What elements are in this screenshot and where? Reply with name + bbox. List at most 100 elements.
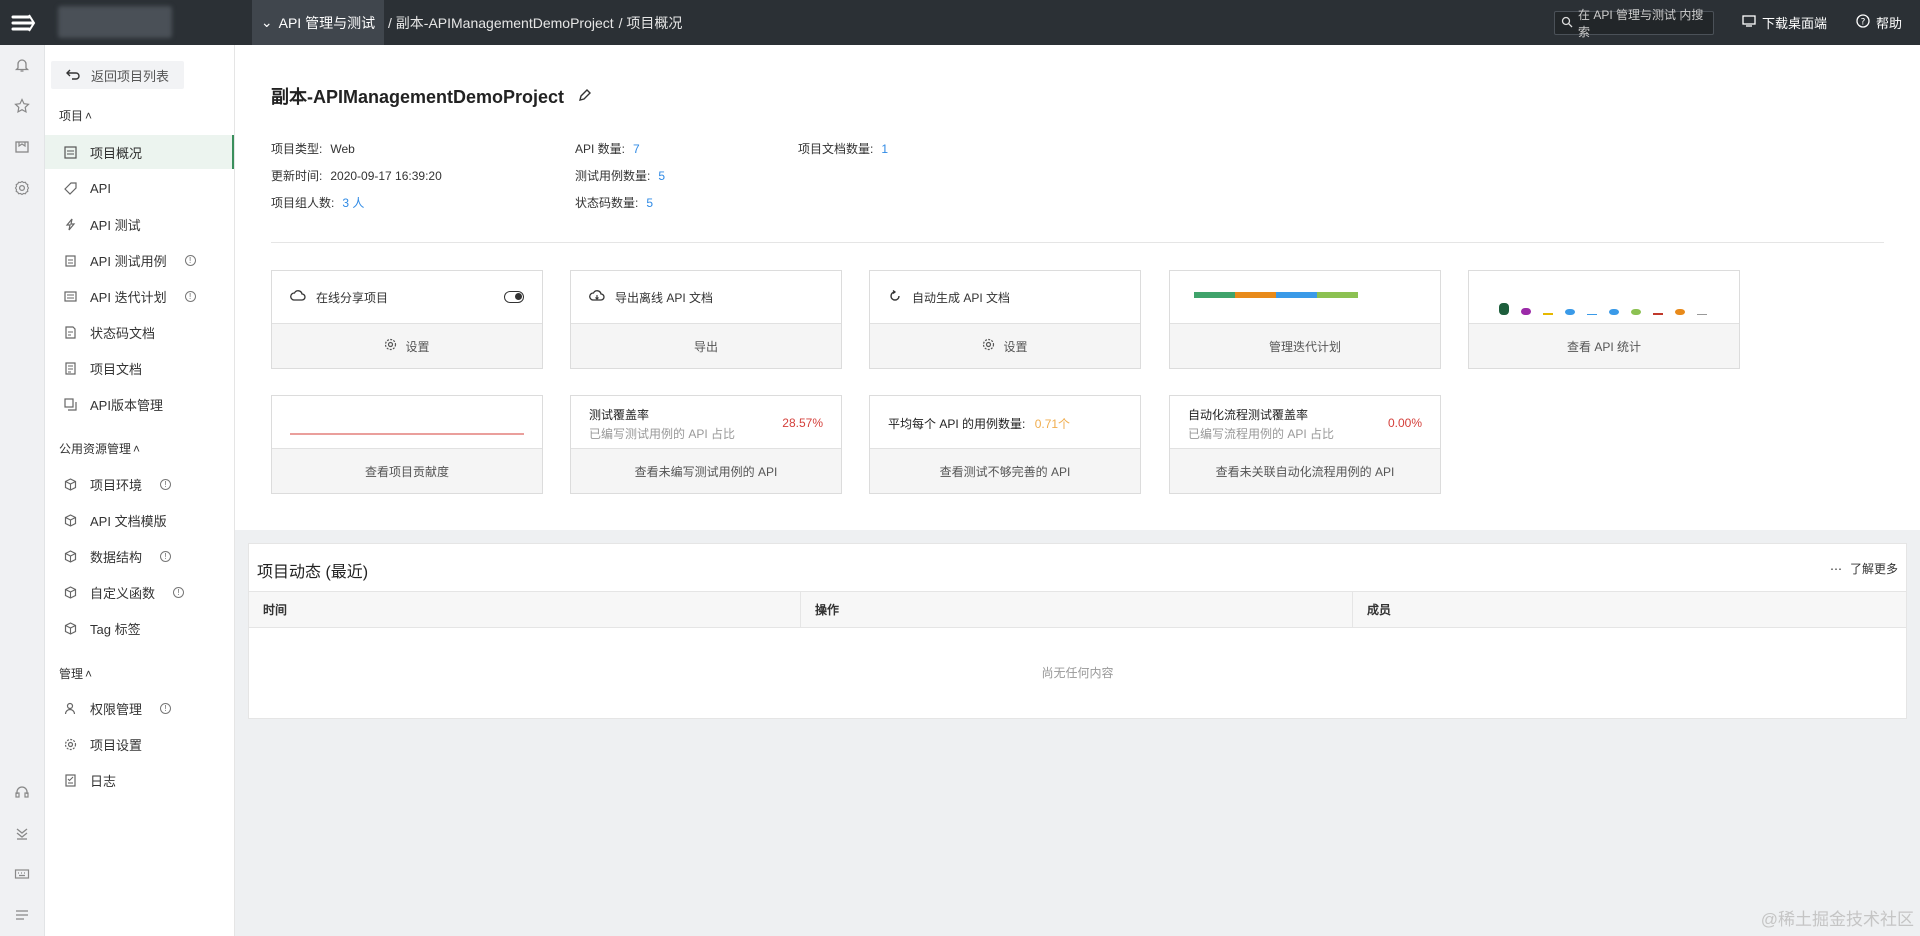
card-action-label: 查看项目贡献度	[364, 464, 449, 479]
group-project-toggle[interactable]: 项目 ˄	[59, 107, 92, 124]
sidebar-item-label: 自定义函数	[90, 585, 156, 601]
testcase-count-link[interactable]: 5	[658, 169, 665, 183]
group-manage-toggle[interactable]: 管理 ˄	[59, 665, 92, 682]
sidebar-item-environment[interactable]: 项目环境!	[45, 467, 234, 501]
share-settings-button[interactable]: 设置	[272, 323, 542, 368]
sidebar-item-api-testcase[interactable]: API 测试用例!	[45, 243, 234, 277]
sidebar-item-label: API	[90, 180, 111, 196]
breadcrumb-project[interactable]: / 副本-APIManagementDemoProject	[388, 13, 614, 33]
view-unlinked-api-button[interactable]: 查看未关联自动化流程用例的 API	[1170, 448, 1440, 493]
status-code-count-link[interactable]: 5	[646, 196, 653, 210]
search-input[interactable]: 在 API 管理与测试 内搜索	[1554, 8, 1714, 39]
keyboard-icon[interactable]	[12, 864, 32, 884]
view-incomplete-api-button[interactable]: 查看测试不够完善的 API	[870, 448, 1140, 493]
group-public-toggle[interactable]: 公用资源管理 ˄	[59, 440, 140, 457]
view-untested-api-button[interactable]: 查看未编写测试用例的 API	[571, 448, 841, 493]
bell-icon[interactable]	[12, 55, 32, 75]
info-icon[interactable]: !	[173, 586, 185, 598]
info-icon[interactable]: !	[160, 550, 172, 562]
card-auto-generate-doc: 自动生成 API 文档 设置	[869, 270, 1141, 369]
share-toggle[interactable]	[504, 291, 524, 303]
chevron-up-icon: ˄	[85, 108, 93, 123]
api-stat-marker	[1499, 303, 1509, 315]
headset-icon[interactable]	[12, 782, 32, 802]
sidebar-item-custom-function[interactable]: 自定义函数!	[45, 575, 234, 609]
activity-title: 项目动态 (最近)	[257, 564, 369, 581]
api-stat-marker	[1631, 309, 1641, 315]
coverage-value: 28.57%	[782, 416, 823, 430]
meta-label: 项目组人数:	[271, 196, 335, 210]
group-public-label: 公用资源管理	[59, 442, 132, 456]
view-contribution-button[interactable]: 查看项目贡献度	[272, 448, 542, 493]
card-automation-coverage: 自动化流程测试覆盖率 已编写流程用例的 API 占比 0.00% 查看未关联自动…	[1169, 395, 1441, 494]
card-header	[1469, 271, 1739, 323]
user-lock-icon	[63, 701, 77, 715]
help-label: 帮助	[1876, 16, 1903, 31]
info-icon[interactable]: !	[184, 290, 196, 302]
watermark: @稀土掘金技术社区	[1760, 910, 1914, 929]
download-desktop-button[interactable]: 下载桌面端	[1742, 0, 1827, 45]
meta-label: API 数量:	[575, 142, 626, 156]
export-button[interactable]: 导出	[571, 323, 841, 368]
star-icon[interactable]	[12, 96, 32, 116]
sidebar-item-project-settings[interactable]: 项目设置	[45, 727, 234, 761]
info-icon[interactable]: !	[160, 478, 172, 490]
learn-more-link[interactable]: ⋯ 了解更多	[1830, 560, 1898, 577]
meta-value: Web	[330, 142, 355, 156]
sidebar-item-label: 项目文档	[90, 361, 143, 377]
card-action-label: 设置	[405, 339, 430, 354]
sidebar-item-api-iteration[interactable]: API 迭代计划!	[45, 279, 234, 313]
sidebar-item-api-test[interactable]: API 测试	[45, 207, 234, 241]
breadcrumb: / 副本-APIManagementDemoProject / 项目概况	[388, 0, 687, 45]
help-button[interactable]: ? 帮助	[1856, 0, 1902, 45]
automation-coverage-value: 0.00%	[1387, 416, 1422, 430]
info-icon[interactable]: !	[184, 254, 196, 266]
edit-icon[interactable]	[578, 86, 592, 107]
chevron-down-icon: ⌄	[260, 14, 273, 30]
sidebar-item-doc-template[interactable]: API 文档模版	[45, 503, 234, 537]
sidebar-item-project-doc[interactable]: 项目文档	[45, 351, 234, 385]
column-header-member[interactable]: 成员	[1353, 592, 1906, 627]
sidebar-item-tag[interactable]: Tag 标签	[45, 611, 234, 645]
app-logo[interactable]	[0, 0, 45, 45]
settings-icon[interactable]	[12, 178, 32, 198]
module-switcher[interactable]: ⌄ API 管理与测试	[252, 0, 384, 45]
api-stat-marker	[1697, 314, 1707, 315]
sidebar-item-status-code[interactable]: 状态码文档	[45, 315, 234, 349]
sidebar-item-label: 日志	[90, 773, 117, 789]
chevron-up-icon: ˄	[85, 666, 93, 681]
sidebar-item-label: 项目概况	[90, 145, 143, 161]
column-header-time[interactable]: 时间	[249, 592, 801, 627]
sidebar-item-overview[interactable]: 项目概况	[45, 135, 234, 169]
sidebar-item-log[interactable]: 日志	[45, 763, 234, 797]
module-label: API 管理与测试	[278, 14, 376, 31]
card-title: 在线分享项目	[316, 290, 389, 305]
api-count-link[interactable]: 7	[633, 142, 640, 156]
file-icon	[63, 361, 77, 375]
card-avg-testcase: 平均每个 API 的用例数量: 0.71个 查看测试不够完善的 API	[869, 395, 1141, 494]
sidebar-item-permission[interactable]: 权限管理!	[45, 691, 234, 725]
org-switcher-blurred[interactable]	[58, 6, 172, 38]
manage-iteration-button[interactable]: 管理迭代计划	[1170, 323, 1440, 368]
view-api-stats-button[interactable]: 查看 API 统计	[1469, 323, 1739, 368]
sidebar-item-label: API版本管理	[90, 397, 163, 413]
sidebar-item-api[interactable]: API	[45, 171, 234, 205]
download-icon[interactable]	[12, 823, 32, 843]
member-count-link[interactable]: 3 人	[342, 196, 364, 210]
meta-member-count: 项目组人数: 3 人	[271, 194, 364, 211]
info-icon[interactable]: !	[160, 702, 172, 714]
back-to-projects-button[interactable]: 返回项目列表	[51, 61, 184, 89]
card-title: 导出离线 API 文档	[615, 290, 714, 305]
layers-icon	[63, 397, 77, 411]
auto-doc-settings-button[interactable]: 设置	[870, 323, 1140, 368]
group-project-label: 项目	[59, 109, 84, 123]
learn-more-label: 了解更多	[1849, 562, 1898, 576]
column-header-operation[interactable]: 操作	[801, 592, 1353, 627]
card-action-label: 管理迭代计划	[1268, 339, 1341, 354]
inbox-icon[interactable]	[12, 137, 32, 157]
sidebar-item-data-structure[interactable]: 数据结构!	[45, 539, 234, 573]
sidebar-item-api-version[interactable]: API版本管理	[45, 387, 234, 421]
doc-count-link[interactable]: 1	[881, 142, 888, 156]
clipboard-icon	[63, 253, 77, 267]
menu-icon[interactable]	[12, 905, 32, 925]
